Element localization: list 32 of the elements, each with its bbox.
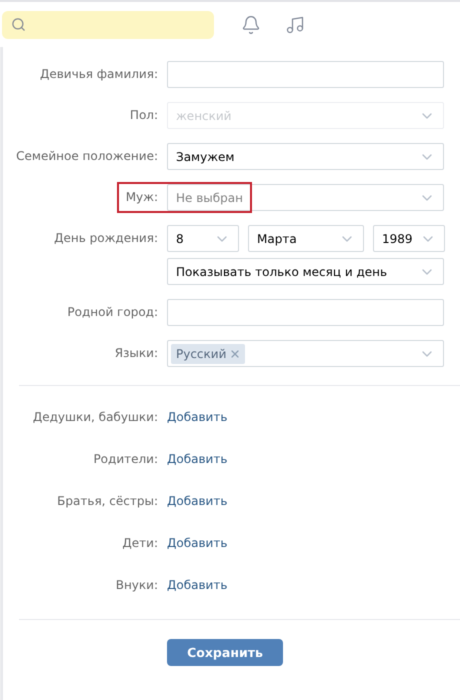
search-field[interactable]: [2, 10, 214, 38]
date-select[interactable]: Марта: [248, 225, 364, 252]
close-icon[interactable]: [229, 348, 242, 360]
field-label: Пол:: [128, 107, 158, 124]
select-field[interactable]: Показывать только месяц и день: [167, 258, 444, 285]
field-label: Муж:: [124, 189, 158, 206]
text-field[interactable]: [167, 61, 444, 88]
add-link[interactable]: Добавить: [167, 451, 228, 468]
field-label: Братья, сёстры:: [56, 493, 158, 510]
field-label: Родной город:: [66, 304, 158, 321]
tags-field[interactable]: Русский: [167, 340, 444, 367]
select-field[interactable]: Не выбран: [167, 184, 444, 211]
add-link[interactable]: Добавить: [167, 535, 228, 552]
add-link[interactable]: Добавить: [167, 493, 228, 510]
select-field[interactable]: Замужем: [167, 143, 444, 170]
field-label: Дедушки, бабушки:: [32, 409, 158, 426]
search-icon: [11, 17, 26, 32]
field-label: Языки:: [114, 345, 158, 362]
bell-icon[interactable]: [240, 14, 262, 36]
save-button[interactable]: Сохранить: [167, 639, 283, 666]
field-label: Родители:: [92, 451, 158, 468]
tag: Русский: [171, 344, 246, 364]
field-label: Семейное положение:: [15, 148, 158, 165]
field-label: Дети:: [121, 535, 158, 552]
add-link[interactable]: Добавить: [167, 409, 228, 426]
field-label: День рождения:: [53, 230, 158, 247]
date-select[interactable]: 1989: [373, 225, 445, 252]
field-label: Девичья фамилия:: [38, 66, 158, 83]
date-select[interactable]: 8: [167, 225, 239, 252]
add-link[interactable]: Добавить: [167, 577, 228, 594]
field-label: Внуки:: [114, 577, 158, 594]
text-field[interactable]: [167, 299, 444, 326]
